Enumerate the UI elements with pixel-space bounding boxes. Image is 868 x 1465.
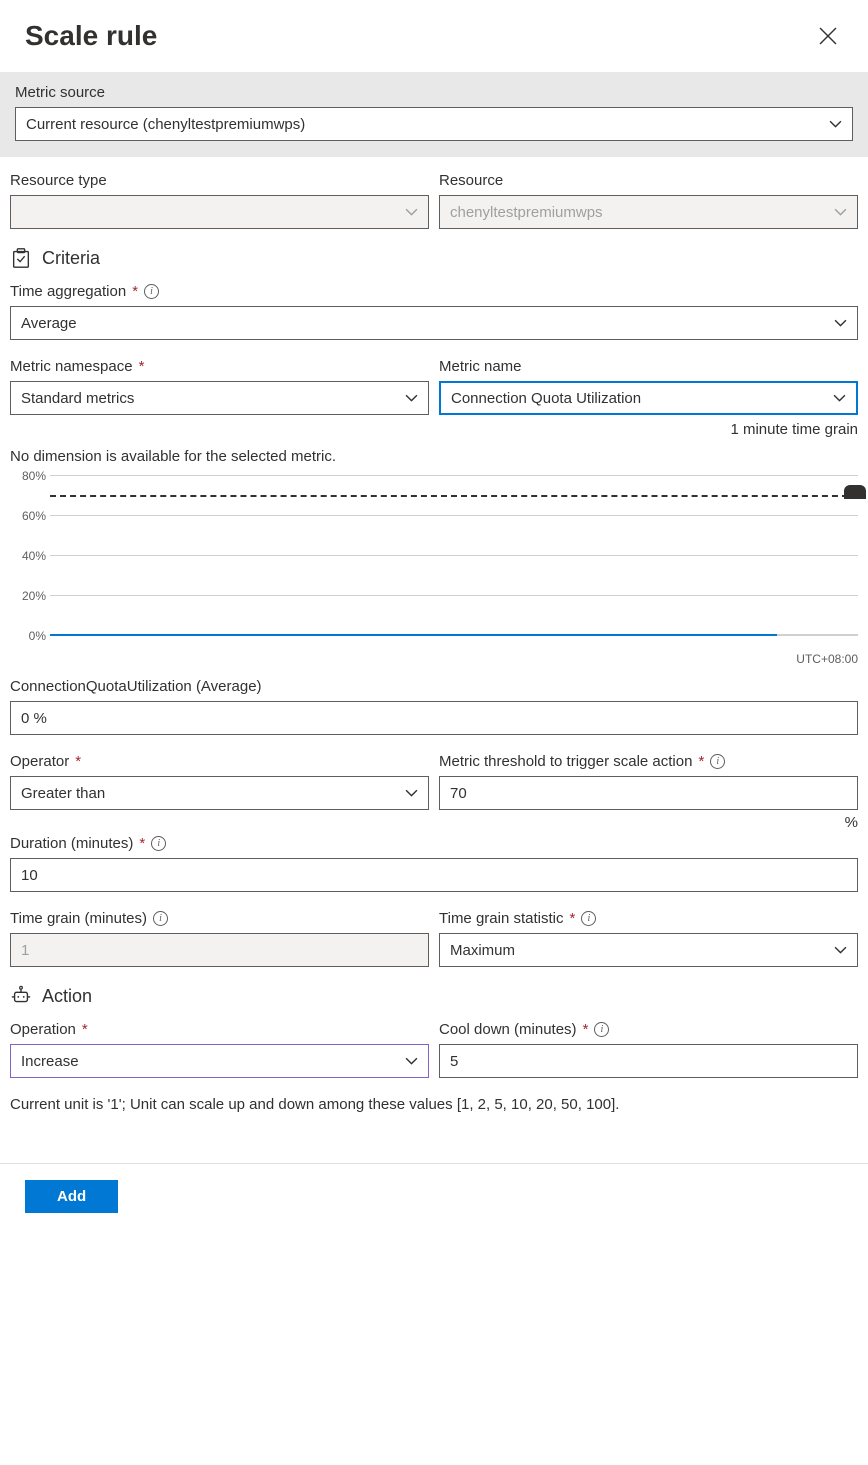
- time-grain-statistic-value: Maximum: [450, 942, 515, 959]
- close-icon: [819, 27, 837, 45]
- action-section-title: Action: [10, 985, 858, 1007]
- resource-type-label: Resource type: [10, 172, 429, 189]
- chart-timezone: UTC+08:00: [10, 652, 858, 666]
- time-aggregation-value: Average: [21, 315, 77, 332]
- metric-namespace-value: Standard metrics: [21, 390, 134, 407]
- chart-y-tick: 60%: [10, 509, 46, 523]
- chart-y-tick: 40%: [10, 549, 46, 563]
- time-aggregation-select[interactable]: Average: [10, 306, 858, 340]
- metric-source-value: Current resource (chenyltestpremiumwps): [26, 116, 305, 133]
- metric-namespace-select[interactable]: Standard metrics: [10, 381, 429, 415]
- metric-name-value: Connection Quota Utilization: [451, 390, 641, 407]
- chevron-down-icon: [833, 316, 847, 330]
- chart-y-tick: 80%: [10, 469, 46, 483]
- robot-icon: [10, 985, 32, 1007]
- time-aggregation-label: Time aggregation * i: [10, 283, 858, 300]
- metric-summary-value: 0 %: [10, 701, 858, 735]
- duration-input[interactable]: 10: [10, 858, 858, 892]
- operator-label: Operator *: [10, 753, 429, 770]
- chart-y-tick: 0%: [10, 629, 46, 643]
- metric-summary-label: ConnectionQuotaUtilization (Average): [10, 678, 858, 695]
- time-grain-statistic-label: Time grain statistic * i: [439, 910, 858, 927]
- metric-name-label: Metric name: [439, 358, 858, 375]
- chart-threshold-line: [50, 495, 858, 497]
- metric-chart: 80%60%40%20%0%: [10, 475, 858, 650]
- operation-label: Operation *: [10, 1021, 429, 1038]
- operator-value: Greater than: [21, 785, 105, 802]
- resource-value: chenyltestpremiumwps: [450, 204, 603, 221]
- time-grain-hint: 1 minute time grain: [439, 421, 858, 438]
- chart-y-tick: 20%: [10, 589, 46, 603]
- metric-source-label: Metric source: [15, 84, 853, 101]
- info-icon[interactable]: i: [144, 284, 159, 299]
- add-button[interactable]: Add: [25, 1180, 118, 1213]
- duration-label: Duration (minutes) * i: [10, 835, 858, 852]
- chevron-down-icon: [404, 1054, 418, 1068]
- resource-label: Resource: [439, 172, 858, 189]
- resource-select: chenyltestpremiumwps: [439, 195, 858, 229]
- no-dimension-message: No dimension is available for the select…: [10, 448, 858, 465]
- chevron-down-icon: [828, 117, 842, 131]
- chevron-down-icon: [404, 786, 418, 800]
- criteria-section-title: Criteria: [10, 247, 858, 269]
- info-icon[interactable]: i: [153, 911, 168, 926]
- info-icon[interactable]: i: [710, 754, 725, 769]
- chart-data-line: [50, 634, 777, 636]
- page-title: Scale rule: [25, 20, 157, 52]
- chevron-down-icon: [404, 391, 418, 405]
- metric-name-select[interactable]: Connection Quota Utilization: [439, 381, 858, 415]
- checklist-icon: [10, 247, 32, 269]
- unit-note: Current unit is '1'; Unit can scale up a…: [10, 1096, 858, 1113]
- chevron-down-icon: [833, 943, 847, 957]
- time-grain-label: Time grain (minutes) i: [10, 910, 429, 927]
- chevron-down-icon: [404, 205, 418, 219]
- operator-select[interactable]: Greater than: [10, 776, 429, 810]
- metric-source-select[interactable]: Current resource (chenyltestpremiumwps): [15, 107, 853, 141]
- info-icon[interactable]: i: [581, 911, 596, 926]
- close-button[interactable]: [813, 21, 843, 51]
- cooldown-label: Cool down (minutes) * i: [439, 1021, 858, 1038]
- chevron-down-icon: [832, 391, 846, 405]
- time-grain-input: 1: [10, 933, 429, 967]
- operation-value: Increase: [21, 1053, 79, 1070]
- chevron-down-icon: [833, 205, 847, 219]
- threshold-unit: %: [439, 814, 858, 831]
- resource-type-select: [10, 195, 429, 229]
- chart-spike: [844, 485, 866, 499]
- time-grain-statistic-select[interactable]: Maximum: [439, 933, 858, 967]
- operation-select[interactable]: Increase: [10, 1044, 429, 1078]
- info-icon[interactable]: i: [594, 1022, 609, 1037]
- threshold-label: Metric threshold to trigger scale action…: [439, 753, 858, 770]
- threshold-input[interactable]: 70: [439, 776, 858, 810]
- cooldown-input[interactable]: 5: [439, 1044, 858, 1078]
- metric-namespace-label: Metric namespace *: [10, 358, 429, 375]
- info-icon[interactable]: i: [151, 836, 166, 851]
